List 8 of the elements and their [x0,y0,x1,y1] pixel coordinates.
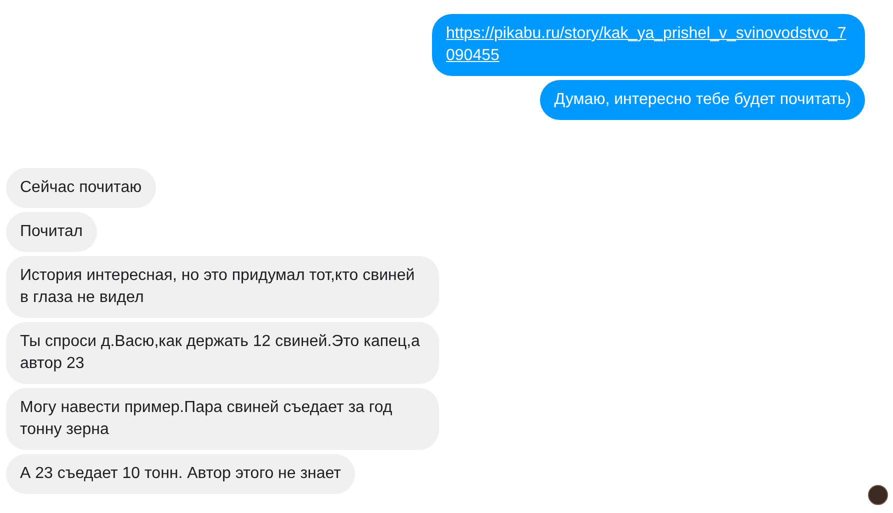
message-link[interactable]: https://pikabu.ru/story/kak_ya_prishel_v_svinovodstvo_7090455 [446,23,851,67]
message-bubble: Сейчас почитаю [6,168,156,208]
message-bubble: История интересная, но это придумал тот,кто свиней в глаза не видел [6,256,439,318]
message-bubble: Ты спроси д.Васю,как держать 12 свиней.Это капец,а автор 23 [6,322,439,384]
message-bubble: Думаю, интересно тебе будет почитать) [540,80,865,120]
message-bubble: Почитал [6,212,97,252]
message-bubble: Могу навести пример.Пара свиней съедает за год тонну зерна [6,388,439,450]
message-bubble: А 23 съедает 10 тонн. Автор этого не знает [6,454,355,494]
